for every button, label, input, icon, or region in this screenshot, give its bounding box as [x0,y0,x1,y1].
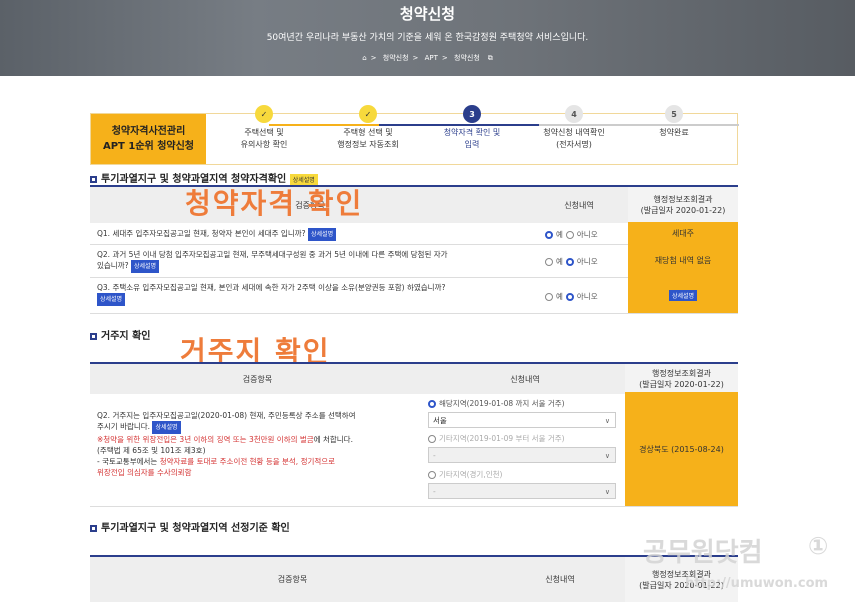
region-option-3: 기타지역(경기,인천) [428,469,502,480]
q1-radio-group: 예 아니오 [545,229,598,240]
radio-no[interactable] [565,230,574,239]
col-header: 신청내역 [530,187,628,223]
step-5: 5 청약완료 [629,105,719,139]
radio-region-2[interactable] [428,434,436,443]
result-cell: 상세설명 [628,277,738,313]
radio-region-1[interactable] [428,399,436,408]
square-icon [90,332,97,340]
chevron-down-icon: ∨ [604,417,610,425]
col-header: 신청내역 [425,364,625,394]
watermark-logo: 공무원닷컴 [643,538,763,568]
criteria-table: 검증항목 신청내역 행정정보조회결과 (발급일자 2020-01-22) [90,555,738,602]
region-select-1[interactable]: 서울 ∨ [428,412,616,428]
result-cell: 재당첨 내역 없음 [628,244,738,277]
hero-banner: 청약신청 50여년간 우리나라 부동산 가치의 기준을 세워 온 한국감정원 주… [0,0,855,76]
square-icon [90,524,97,532]
step-1: ✓ 주택선택 및 유의사항 확인 [219,105,309,151]
col-header: 신청내역 [495,557,625,602]
check-icon: ✓ [359,105,377,123]
chevron-down-icon: ∨ [604,488,610,496]
col-header: 검증항목 [90,557,495,602]
question-q1: Q1. 세대주 입주자모집공고일 현재, 청약자 본인이 세대주 입니까? 상세… [97,228,337,241]
col-header: 검증항목 [90,364,425,394]
q2-radio-group: 예 아니오 [545,256,598,267]
detail-tag[interactable]: 상세설명 [308,228,337,241]
col-header: 행정정보조회결과 (발급일자 2020-01-22) [625,364,738,394]
watermark-icon: ① [808,532,829,560]
region-select-3[interactable]: - ∨ [428,483,616,499]
radio-yes[interactable] [545,230,553,239]
question-q3: Q3. 주택소유 입주자모집공고일 현재, 본인과 세대에 속한 자가 2주택 … [97,282,445,306]
radio-yes[interactable] [545,292,553,301]
apply-type-badge: 청약자격사전관리 APT 1순위 청약신청 [91,114,206,164]
detail-tag[interactable]: 상세설명 [130,260,160,273]
breadcrumb-item[interactable]: 청약신청 [383,54,409,62]
question-q2: Q2. 과거 5년 이내 당첨 입주자모집공고일 현재, 무주택세대구성원 중 … [97,249,448,273]
radio-yes[interactable] [545,257,553,266]
section-title: 투기과열지구 및 청약과열지역 선정기준 확인 [90,519,290,534]
home-icon[interactable]: ⌂ [362,54,366,62]
square-icon [90,175,97,183]
result-cell: 경상북도 (2015-08-24) [625,392,738,506]
question-residence: Q2. 거주지는 입주자모집공고일(2020-01-08) 현재, 주민등록상 … [97,411,356,477]
breadcrumb-item[interactable]: APT [425,54,438,62]
region-option-2: 기타지역(2019-01-09 부터 서울 거주) [428,433,565,444]
step-3: 3 청약자격 확인 및 입력 [427,105,517,151]
radio-no[interactable] [565,292,574,301]
check-icon: ✓ [255,105,273,123]
watermark-url: http://umuwon.com [685,576,829,591]
region-select-2[interactable]: - ∨ [428,447,616,463]
detail-tag[interactable]: 상세설명 [152,421,181,434]
step-progress: 청약자격사전관리 APT 1순위 청약신청 ✓ 주택선택 및 유의사항 확인 ✓ … [90,105,739,165]
step-2: ✓ 주택형 선택 및 행정정보 자동조회 [323,105,413,151]
q3-radio-group: 예 아니오 [545,291,598,302]
breadcrumb: ⌂ > 청약신청 > APT > 청약신청 ⧉ [362,54,493,62]
hero-subtitle: 50여년간 우리나라 부동산 가치의 기준을 세워 온 한국감정원 주택청약 서… [266,33,589,43]
breadcrumb-item[interactable]: 청약신청 [454,54,480,62]
radio-no[interactable] [565,257,574,266]
radio-region-3[interactable] [428,470,436,479]
copy-icon[interactable]: ⧉ [488,54,493,62]
page-title: 청약신청 [399,5,456,23]
region-option-1: 해당지역(2019-01-08 까지 서울 거주) [428,398,565,409]
col-header: 행정정보조회결과 (발급일자 2020-01-22) [628,187,738,223]
detail-tag[interactable]: 상세설명 [668,289,698,301]
chevron-down-icon: ∨ [604,452,610,460]
section-title: 거주지 확인 [90,327,150,342]
annotation-overlay: 청약자격 확인 [185,187,364,220]
result-cell: 세대주 [628,222,738,244]
detail-tag[interactable]: 상세설명 [97,293,126,306]
step-4: 4 청약신청 내역확인 (전자서명) [529,105,619,151]
